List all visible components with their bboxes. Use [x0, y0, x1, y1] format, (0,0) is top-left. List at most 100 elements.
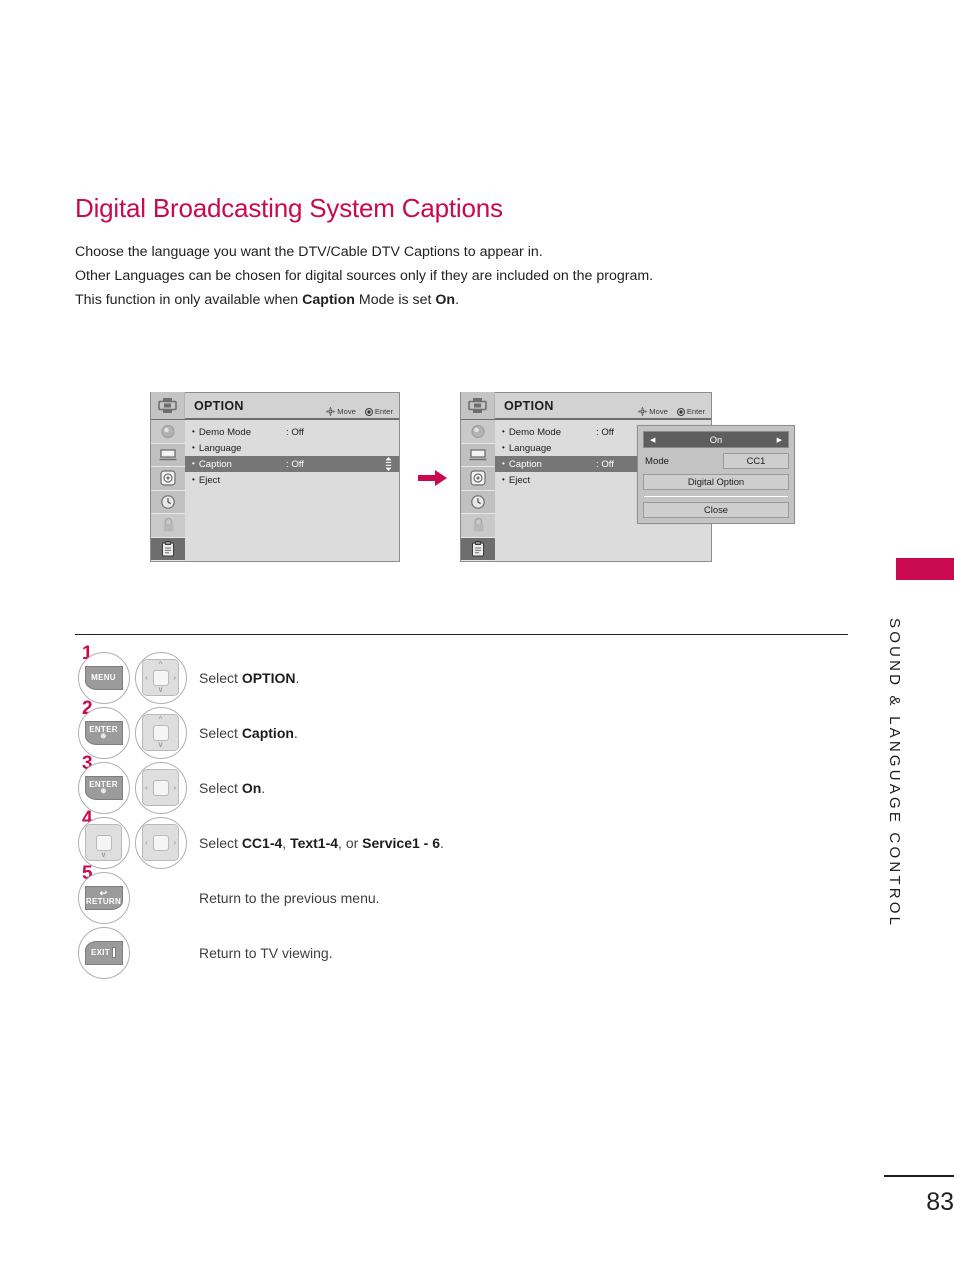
- osd-row-eject[interactable]: • Eject: [185, 472, 399, 488]
- dpad-center[interactable]: [152, 669, 169, 686]
- popup-mode-value[interactable]: CC1: [723, 453, 789, 469]
- osd-title: OPTION: [194, 398, 244, 413]
- osd-row-value: : Off: [596, 458, 614, 470]
- osd-row-label: Demo Mode: [508, 426, 562, 438]
- bullet-icon: •: [502, 427, 505, 436]
- setup-target-icon[interactable]: [461, 467, 495, 491]
- setup-target-icon[interactable]: [151, 467, 185, 491]
- close-button[interactable]: Close: [643, 502, 789, 518]
- bullet-icon: •: [192, 475, 195, 484]
- dpad[interactable]: ^ ∨: [142, 714, 179, 751]
- move-dpad-icon: [638, 407, 648, 416]
- dpad[interactable]: ‹ ›: [142, 824, 179, 861]
- step-instruction: Select On.: [199, 780, 265, 796]
- osd-row-caption[interactable]: • Caption : Off: [185, 456, 399, 472]
- chevron-down-icon: ∨: [100, 850, 107, 859]
- osd-row-value: : Off: [286, 426, 304, 438]
- right-arrow-icon[interactable]: ▶: [777, 436, 782, 444]
- picture-tv-icon[interactable]: [151, 443, 185, 467]
- osd-row-label: Caption: [198, 458, 232, 470]
- option-clipboard-icon[interactable]: [151, 537, 185, 561]
- lock-padlock-icon[interactable]: [151, 514, 185, 538]
- chevron-left-icon: ‹: [145, 672, 148, 682]
- menu-key-label: MENU: [91, 673, 116, 682]
- nav-pad-down[interactable]: ∨: [77, 816, 130, 869]
- dpad[interactable]: ^ ∨ ‹ ›: [142, 659, 179, 696]
- picture-tv-icon[interactable]: [461, 443, 495, 467]
- hint-move-label: Move: [649, 407, 668, 416]
- nav-pad-updown[interactable]: ^ ∨: [134, 706, 187, 759]
- time-clock-icon[interactable]: [461, 490, 495, 514]
- step-text-bold: Text1-4: [290, 834, 339, 851]
- osd-row-label: Eject: [508, 474, 531, 486]
- chevron-right-icon: ›: [173, 837, 176, 847]
- dpad-center[interactable]: [152, 724, 169, 741]
- page-title: Digital Broadcasting System Captions: [75, 193, 503, 223]
- return-button[interactable]: ↩ RETURN: [77, 871, 130, 924]
- step-5: 5 ↩ RETURN Return to the previous menu.: [75, 864, 855, 925]
- dpad-center[interactable]: [152, 779, 169, 796]
- osd-row-label: Eject: [198, 474, 221, 486]
- side-title-wrap: SOUND & LANGUAGE CONTROL: [886, 618, 914, 958]
- nav-pad-leftright[interactable]: ‹ ›: [134, 761, 187, 814]
- osd-row-label: Caption: [508, 458, 542, 470]
- osd-body: • Demo Mode : Off • Language • Caption :…: [151, 420, 399, 561]
- dpad-center[interactable]: [152, 834, 169, 851]
- osd-category-rail: [151, 420, 185, 561]
- intro-line-1: Choose the language you want the DTV/Cab…: [75, 244, 543, 260]
- step-text-plain: ,: [282, 834, 291, 851]
- bullet-icon: •: [192, 459, 195, 468]
- dpad[interactable]: ‹ ›: [142, 769, 179, 806]
- step-text-post: .: [295, 669, 300, 686]
- caption-toggle-value: On: [709, 434, 723, 445]
- updown-arrows-icon[interactable]: [384, 457, 393, 471]
- digital-option-button[interactable]: Digital Option: [643, 474, 789, 490]
- enter-key-cap: ENTER ⊛: [84, 720, 123, 745]
- nav-pad-leftright[interactable]: ‹ ›: [134, 816, 187, 869]
- caption-toggle-selector[interactable]: ◀ On ▶: [643, 431, 789, 448]
- exit-key-cap: EXIT: [84, 940, 123, 965]
- step-instruction: Select OPTION.: [199, 670, 299, 686]
- osd-row-language[interactable]: • Language: [185, 440, 399, 456]
- step-instruction: Select CC1-4, Text1-4, or Service1 - 6.: [199, 835, 444, 851]
- option-clipboard-icon[interactable]: [461, 537, 495, 561]
- step-key-slot: ‹ ›: [132, 816, 189, 869]
- menu-button[interactable]: MENU: [77, 651, 130, 704]
- return-key-cap: ↩ RETURN: [84, 885, 123, 910]
- intro-line-3: This function in only available when Cap…: [75, 288, 835, 312]
- step-key-slot: ‹ ›: [132, 761, 189, 814]
- audio-speaker-icon[interactable]: [461, 420, 495, 444]
- intro-paragraph: Choose the language you want the DTV/Cab…: [75, 240, 835, 312]
- audio-speaker-icon[interactable]: [151, 420, 185, 444]
- step-instruction: Return to the previous menu.: [199, 889, 380, 906]
- intro-line-3-bold-on: On: [435, 292, 456, 308]
- dpad[interactable]: ∨: [85, 824, 122, 861]
- enter-button[interactable]: ENTER ⊛: [77, 706, 130, 759]
- step-3: 3 ENTER ⊛ ‹ › Select On.: [75, 754, 855, 815]
- chevron-up-icon: ^: [158, 660, 163, 669]
- dpad-center[interactable]: [95, 834, 112, 851]
- popup-mode-row: Mode CC1: [643, 453, 789, 469]
- osd-hints: Move Enter: [638, 407, 705, 416]
- option-menu-icon: [151, 392, 185, 419]
- lock-padlock-icon[interactable]: [461, 514, 495, 538]
- nav-pad-leftright-updown[interactable]: ^ ∨ ‹ ›: [134, 651, 187, 704]
- enter-button[interactable]: ENTER ⊛: [77, 761, 130, 814]
- right-arrow-icon: [418, 468, 448, 493]
- enter-key-sub-icon: ⊛: [100, 733, 107, 740]
- bullet-icon: •: [502, 475, 505, 484]
- osd-row-demo-mode[interactable]: • Demo Mode : Off: [185, 424, 399, 440]
- section-tab-marker: [896, 558, 954, 580]
- osd-header: OPTION Move Enter: [151, 392, 399, 420]
- chevron-left-icon: ‹: [145, 837, 148, 847]
- step-text-bold: On: [241, 779, 262, 796]
- menu-key-cap: MENU: [84, 665, 123, 690]
- exit-button[interactable]: EXIT: [77, 926, 130, 979]
- enter-dot-icon: [364, 407, 373, 416]
- time-clock-icon[interactable]: [151, 490, 185, 514]
- osd-row-label: Language: [198, 442, 242, 454]
- step-2: 2 ENTER ⊛ ^ ∨ Select Caption.: [75, 699, 855, 760]
- intro-line-3-pre: This function in only available when: [75, 292, 303, 308]
- side-section-title: SOUND & LANGUAGE CONTROL: [886, 618, 903, 929]
- enter-dot-icon: [676, 407, 685, 416]
